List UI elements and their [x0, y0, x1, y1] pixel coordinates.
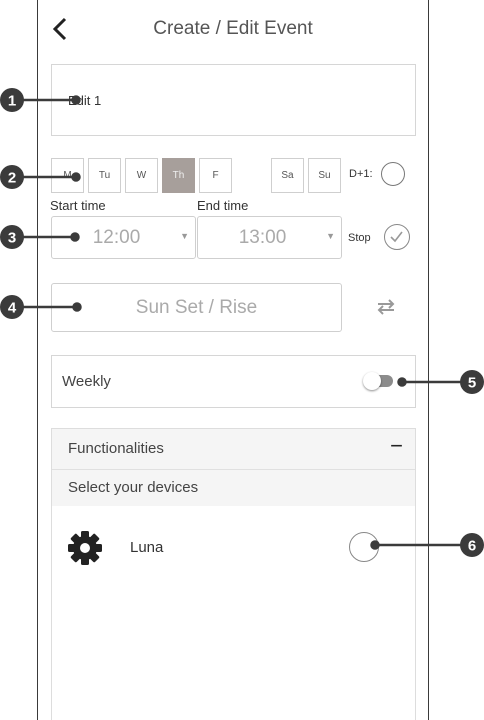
device-select-radio[interactable]	[349, 532, 379, 562]
day-saturday-button[interactable]: Sa	[271, 158, 304, 193]
end-time-select[interactable]: 13:00 ▼	[197, 216, 342, 259]
caret-down-icon: ▼	[326, 231, 335, 241]
sun-set-rise-label: Sun Set / Rise	[135, 297, 258, 318]
start-time-select[interactable]: 12:00 ▼	[51, 216, 196, 259]
day-tuesday-button[interactable]: Tu	[88, 158, 121, 193]
day-sunday-button[interactable]: Su	[308, 158, 341, 193]
end-time-label: End time	[197, 198, 249, 213]
svg-text:5: 5	[468, 375, 476, 392]
sun-set-rise-button[interactable]: Sun Set / Rise	[51, 283, 342, 332]
caret-down-icon: ▼	[180, 231, 189, 241]
callout-badge-4: 4	[0, 295, 24, 319]
toggle-knob	[363, 372, 381, 390]
page-title: Create / Edit Event	[153, 18, 313, 39]
stop-checkbox[interactable]	[384, 224, 410, 250]
day-friday-button[interactable]: F	[199, 158, 232, 193]
d-plus-one-label: D+1:	[349, 168, 373, 180]
callout-badge-3: 3	[0, 225, 24, 249]
svg-text:3: 3	[8, 230, 16, 247]
start-time-label: Start time	[50, 198, 106, 213]
functionalities-title: Functionalities	[68, 440, 164, 457]
header: Create / Edit Event	[38, 0, 428, 60]
weekly-row: Weekly	[51, 355, 416, 408]
callout-badge-5: 5	[460, 370, 484, 394]
gear-icon	[68, 531, 102, 565]
phone-screen: Create / Edit Event Edit 1 M Tu W Th F S…	[37, 0, 429, 720]
callout-badge-2: 2	[0, 165, 24, 189]
weekly-label: Weekly	[62, 373, 111, 390]
start-time-value: 12:00	[92, 227, 141, 248]
swap-arrows-icon[interactable]	[376, 298, 396, 316]
callout-badge-1: 1	[0, 88, 24, 112]
svg-text:1: 1	[8, 93, 16, 110]
event-name-field[interactable]: Edit 1	[51, 64, 416, 136]
svg-text:4: 4	[8, 300, 17, 317]
weekly-toggle[interactable]	[363, 372, 393, 390]
end-time-value: 13:00	[238, 227, 287, 248]
collapse-minus-icon[interactable]: −	[390, 433, 403, 459]
d-plus-one-checkbox[interactable]	[381, 162, 405, 186]
callout-badge-6: 6	[460, 533, 484, 557]
select-devices-row: Select your devices	[52, 470, 415, 506]
svg-text:6: 6	[468, 538, 476, 555]
checkmark-icon	[390, 231, 403, 243]
svg-text:2: 2	[8, 170, 16, 187]
event-name-value: Edit 1	[68, 93, 102, 108]
stop-label: Stop	[348, 232, 371, 244]
device-name: Luna	[130, 539, 164, 556]
day-thursday-button[interactable]: Th	[162, 158, 195, 193]
functionalities-panel: Functionalities − Select your devices Lu…	[51, 428, 416, 720]
day-monday-button[interactable]: M	[51, 158, 84, 193]
day-wednesday-button[interactable]: W	[125, 158, 158, 193]
select-devices-label: Select your devices	[68, 479, 199, 496]
functionalities-header[interactable]: Functionalities −	[52, 429, 415, 470]
